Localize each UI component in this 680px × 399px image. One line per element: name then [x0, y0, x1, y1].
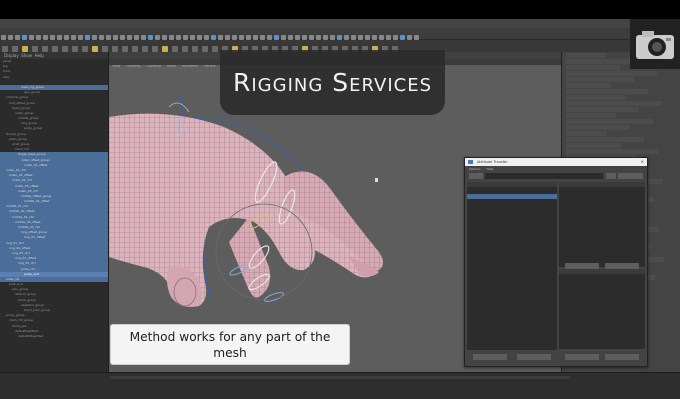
title-text: Rigging Services	[233, 68, 432, 97]
dialog-title: Attribute Transfer	[477, 160, 508, 164]
dialog-add-button-2[interactable]	[565, 354, 599, 360]
list-item[interactable]	[467, 188, 557, 193]
dialog-path-field[interactable]	[485, 173, 603, 179]
attr-row	[566, 149, 658, 154]
camera-icon	[630, 19, 680, 69]
list-item[interactable]	[559, 199, 645, 203]
attr-row	[566, 125, 630, 130]
dialog-browse-button[interactable]	[606, 173, 616, 179]
dialog-remove-button-2[interactable]	[517, 354, 551, 360]
dialog-toolbar	[465, 172, 647, 180]
attr-row	[566, 101, 662, 106]
timeline-bar[interactable]	[0, 372, 680, 399]
time-slider[interactable]	[110, 376, 570, 379]
outliner-header: Display Show Help	[0, 52, 108, 59]
caption-box: Method works for any part of the mesh	[110, 324, 350, 365]
attr-row	[566, 77, 634, 82]
webcam-overlay	[630, 19, 680, 69]
attr-row	[566, 65, 620, 70]
dialog-source-button[interactable]	[469, 173, 483, 179]
dialog-close-button[interactable]	[605, 354, 639, 360]
status-toolbar	[0, 28, 680, 40]
dialog-target-list[interactable]	[559, 182, 645, 267]
dialog-load-button[interactable]	[618, 173, 643, 179]
attr-row	[566, 53, 606, 58]
close-icon[interactable]: ×	[641, 158, 644, 166]
list-item[interactable]	[467, 200, 557, 205]
list-item[interactable]	[467, 194, 557, 199]
ctrl-curve-top	[168, 102, 190, 113]
dialog-source-list[interactable]	[467, 182, 557, 350]
attr-row	[566, 89, 648, 94]
dialog-apply-button[interactable]	[473, 354, 507, 360]
outliner-row[interactable]: defaultObjectSet	[0, 334, 108, 339]
dialog-menu-item[interactable]: Help	[487, 167, 494, 171]
mouse-cursor	[375, 178, 378, 182]
attr-row	[566, 95, 625, 100]
attr-row	[566, 107, 639, 112]
attr-row	[566, 71, 657, 76]
main-menubar: FileEditCreateSelectModifyDisplayWindows…	[0, 19, 680, 35]
attr-row	[566, 83, 611, 88]
top-black-bar	[0, 0, 680, 19]
attr-row	[566, 119, 653, 124]
list-item[interactable]	[467, 206, 557, 211]
title-card: Rigging Services	[220, 50, 445, 115]
dialog-menu-item[interactable]: Options	[469, 167, 481, 171]
attr-row	[566, 113, 616, 118]
transfer-dialog[interactable]: Attribute Transfer × Options Help	[464, 157, 648, 367]
attr-row	[566, 131, 607, 136]
dialog-titlebar[interactable]: Attribute Transfer ×	[465, 158, 647, 166]
outliner-panel: Display Show Help persp top front side main_…	[0, 52, 109, 398]
attr-row	[566, 137, 644, 142]
maya-icon	[468, 160, 473, 164]
attr-row	[566, 143, 621, 148]
dialog-options-list[interactable]	[559, 269, 645, 349]
caption-text: Method works for any part of the mesh	[129, 329, 331, 360]
